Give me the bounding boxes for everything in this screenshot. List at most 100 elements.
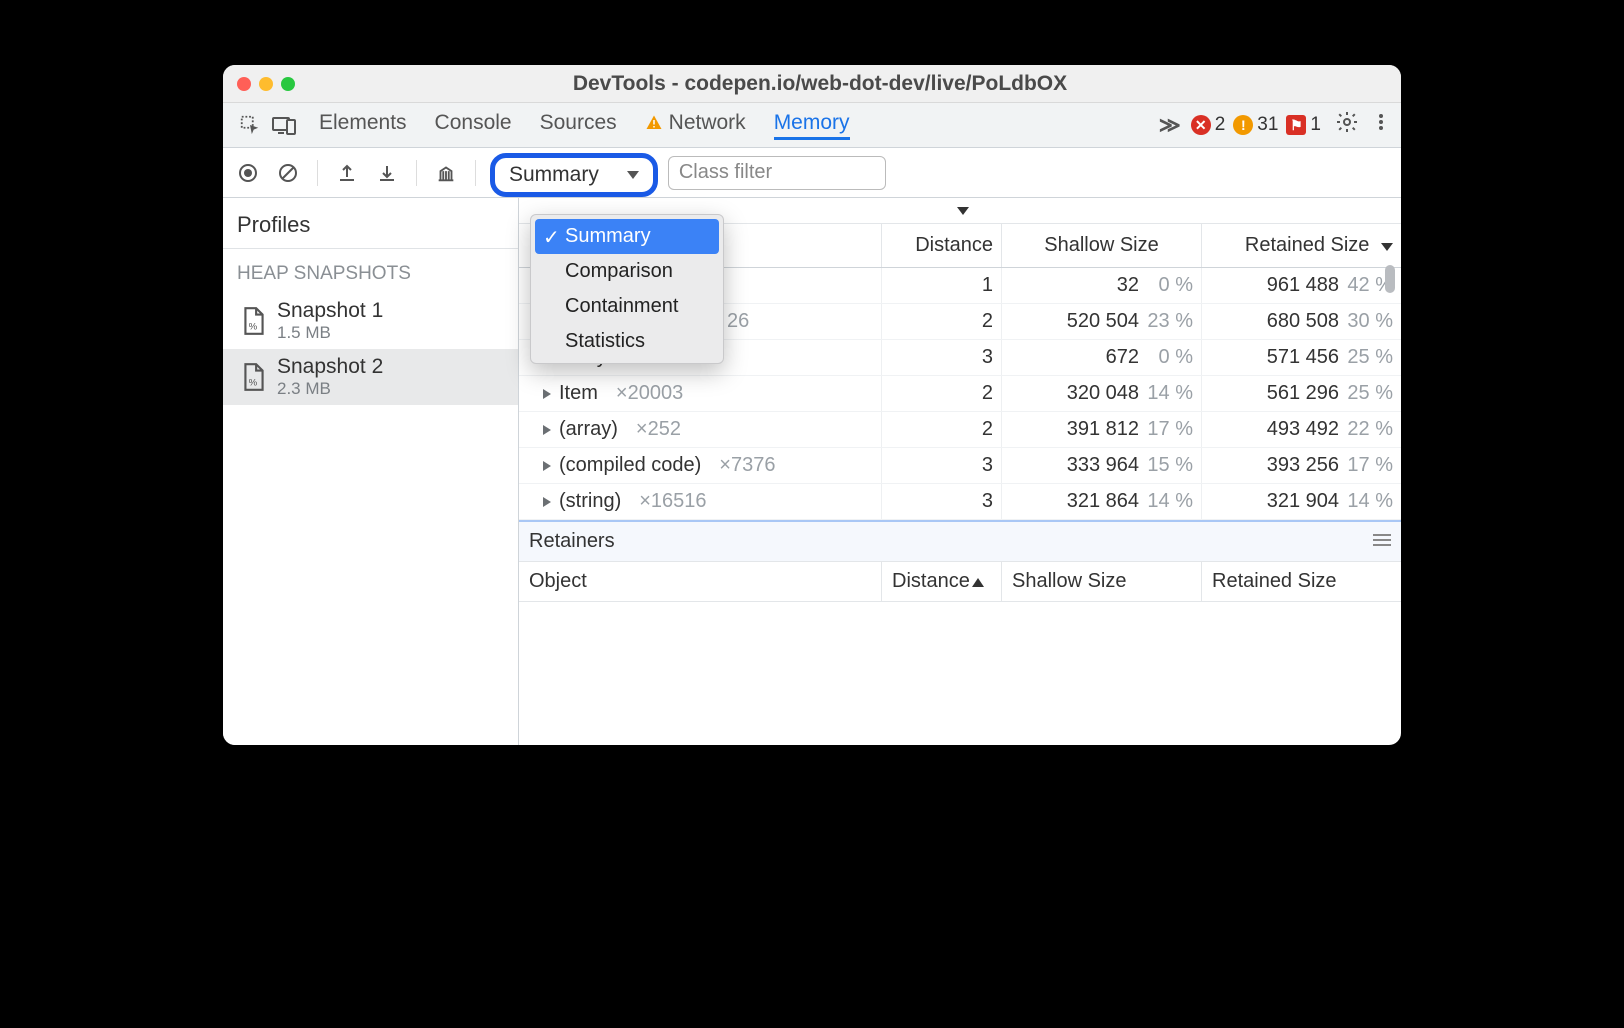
retainers-menu-icon[interactable] — [1373, 530, 1391, 553]
divider — [475, 160, 476, 186]
shallow-pct: 0 % — [1147, 274, 1193, 297]
warning-count: 31 — [1257, 114, 1278, 136]
shallow-value: 32 — [1010, 274, 1139, 297]
snapshot-item[interactable]: % Snapshot 11.5 MB — [223, 293, 518, 349]
retained-pct: 25 % — [1347, 382, 1393, 405]
expand-icon[interactable] — [543, 497, 551, 507]
dropdown-item-comparison[interactable]: Comparison — [535, 254, 719, 289]
sort-asc-icon — [972, 578, 984, 587]
shallow-value: 321 864 — [1010, 490, 1139, 513]
retained-pct: 14 % — [1347, 490, 1393, 513]
class-filter-input[interactable] — [668, 156, 886, 190]
inspect-element-icon[interactable] — [233, 108, 267, 142]
dropdown-item-summary[interactable]: Summary — [535, 219, 719, 254]
snapshot-name: Snapshot 1 — [277, 299, 383, 323]
retained-pct: 17 % — [1347, 454, 1393, 477]
view-mode-dropdown: Summary Comparison Containment Statistic… — [530, 214, 724, 364]
error-icon: ✕ — [1191, 115, 1211, 135]
grid-row[interactable]: (compiled code)×7376 3 333 96415 % 393 2… — [519, 448, 1401, 484]
retainers-header: Retainers — [519, 520, 1401, 561]
tab-network[interactable]: Network — [645, 111, 746, 139]
expand-icon[interactable] — [543, 425, 551, 435]
svg-text:%: % — [249, 378, 258, 389]
shallow-value: 672 — [1010, 346, 1139, 369]
collapse-handle-icon[interactable] — [957, 207, 969, 215]
shallow-value: 391 812 — [1010, 418, 1139, 441]
shallow-pct: 0 % — [1147, 346, 1193, 369]
dropdown-item-containment[interactable]: Containment — [535, 289, 719, 324]
grid-row[interactable]: Item×20003 2 320 04814 % 561 29625 % — [519, 376, 1401, 412]
distance-cell: 2 — [881, 412, 1001, 447]
devtools-window: DevTools - codepen.io/web-dot-dev/live/P… — [223, 65, 1401, 745]
multiplicity: ×20003 — [616, 382, 683, 405]
shallow-pct: 23 % — [1147, 310, 1193, 333]
distance-cell: 2 — [881, 376, 1001, 411]
more-tabs-button[interactable]: ≫ — [1159, 113, 1181, 138]
retained-value: 961 488 — [1210, 274, 1339, 297]
shallow-value: 520 504 — [1010, 310, 1139, 333]
ret-col-distance[interactable]: Distance — [881, 562, 1001, 601]
col-shallow-size[interactable]: Shallow Size — [1001, 224, 1201, 267]
import-button[interactable] — [372, 158, 402, 188]
warning-icon: ! — [1233, 115, 1253, 135]
grid-row[interactable]: (array)×252 2 391 81217 % 493 49222 % — [519, 412, 1401, 448]
multiplicity: ×16516 — [639, 490, 706, 513]
issue-badges[interactable]: ✕2 !31 ⚑1 — [1191, 114, 1321, 136]
constructor-name: (array) — [559, 418, 618, 441]
clear-button[interactable] — [273, 158, 303, 188]
gc-button[interactable] — [431, 158, 461, 188]
retained-value: 561 296 — [1210, 382, 1339, 405]
tab-sources[interactable]: Sources — [540, 111, 617, 139]
grid-row[interactable]: (string)×16516 3 321 86414 % 321 90414 % — [519, 484, 1401, 520]
ret-col-shallow[interactable]: Shallow Size — [1001, 562, 1201, 601]
settings-icon[interactable] — [1335, 110, 1359, 140]
expand-icon[interactable] — [543, 461, 551, 471]
shallow-pct: 17 % — [1147, 418, 1193, 441]
multiplicity: ×7376 — [719, 454, 775, 477]
retained-value: 393 256 — [1210, 454, 1339, 477]
view-mode-select[interactable]: Summary — [490, 153, 658, 197]
window-title: DevTools - codepen.io/web-dot-dev/live/P… — [253, 72, 1387, 96]
scrollbar-thumb[interactable] — [1385, 265, 1395, 293]
tab-label: Network — [669, 111, 746, 135]
tab-console[interactable]: Console — [435, 111, 512, 139]
snapshot-icon: % — [241, 362, 267, 392]
expand-icon[interactable] — [543, 389, 551, 399]
dropdown-item-statistics[interactable]: Statistics — [535, 324, 719, 359]
shallow-pct: 14 % — [1147, 490, 1193, 513]
error-count: 2 — [1215, 114, 1226, 136]
memory-toolbar: Summary — [223, 148, 1401, 198]
tab-label: Console — [435, 111, 512, 135]
device-toolbar-icon[interactable] — [267, 108, 301, 142]
snapshot-item[interactable]: % Snapshot 22.3 MB — [223, 349, 518, 405]
ret-col-object[interactable]: Object — [519, 562, 881, 601]
svg-text:%: % — [249, 322, 258, 333]
divider — [317, 160, 318, 186]
distance-cell: 3 — [881, 448, 1001, 483]
view-mode-label: Summary — [509, 163, 599, 187]
tab-elements[interactable]: Elements — [319, 111, 407, 139]
profiles-header: Profiles — [223, 198, 518, 249]
close-window-button[interactable] — [237, 77, 251, 91]
kebab-menu-icon[interactable] — [1371, 112, 1391, 138]
col-retained-size[interactable]: Retained Size — [1201, 224, 1401, 267]
retained-value: 493 492 — [1210, 418, 1339, 441]
snapshot-name: Snapshot 2 — [277, 355, 383, 379]
tab-memory[interactable]: Memory — [774, 111, 850, 140]
retainers-title: Retainers — [529, 530, 615, 553]
retainers-body — [519, 602, 1401, 745]
record-button[interactable] — [233, 158, 263, 188]
ret-col-retained[interactable]: Retained Size — [1201, 562, 1401, 601]
shallow-value: 333 964 — [1010, 454, 1139, 477]
profiles-sidebar: Profiles HEAP SNAPSHOTS % Snapshot 11.5 … — [223, 198, 519, 745]
retained-value: 571 456 — [1210, 346, 1339, 369]
constructor-name: (string) — [559, 490, 621, 513]
panel-tabstrip: Elements Console Sources Network Memory … — [223, 103, 1401, 148]
export-button[interactable] — [332, 158, 362, 188]
retained-pct: 30 % — [1347, 310, 1393, 333]
retainers-columns: Object Distance Shallow Size Retained Si… — [519, 561, 1401, 602]
warning-icon — [645, 114, 663, 132]
distance-cell: 1 — [881, 268, 1001, 303]
divider — [416, 160, 417, 186]
col-distance[interactable]: Distance — [881, 224, 1001, 267]
